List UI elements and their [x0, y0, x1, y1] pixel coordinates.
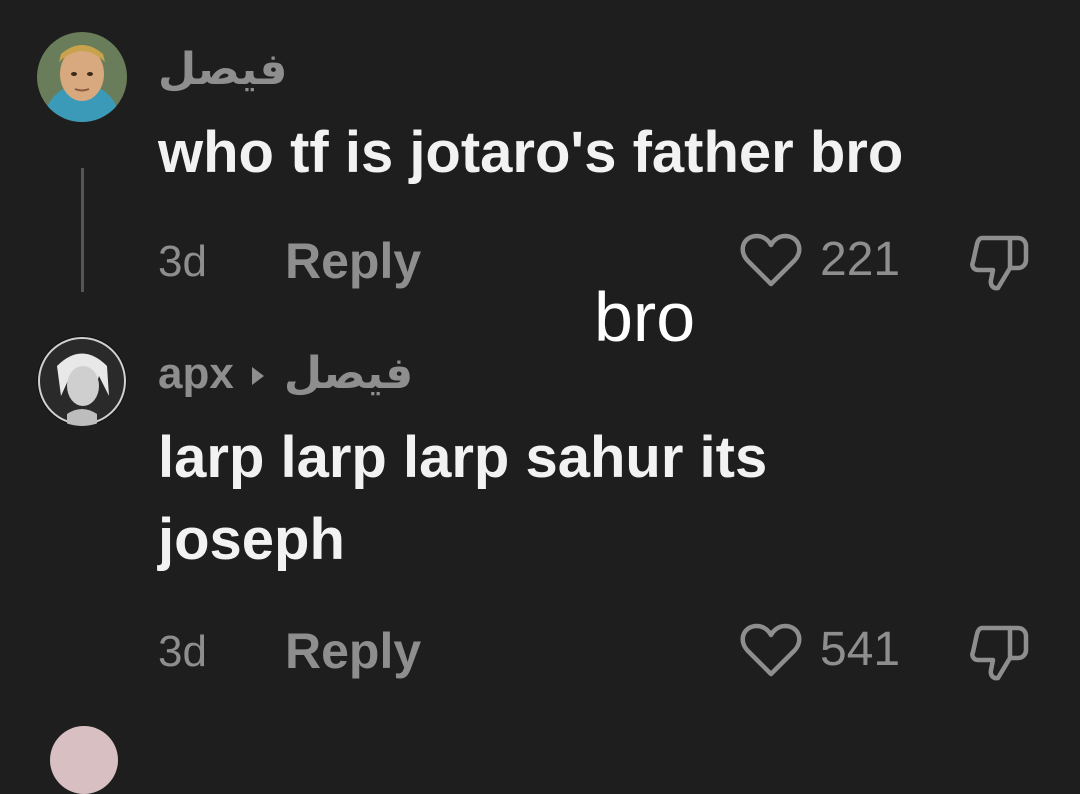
reply-button[interactable]: Reply — [285, 626, 421, 676]
username[interactable]: فيصل — [158, 48, 287, 92]
comment-text: larp larp larp sahur its joseph — [158, 417, 767, 581]
thumbs-down-icon — [970, 235, 1029, 291]
comment-text: who tf is jotaro's father bro — [158, 120, 904, 185]
reply-button[interactable]: Reply — [285, 236, 421, 286]
heart-outline-icon — [740, 623, 802, 677]
username[interactable]: apx — [158, 349, 234, 398]
like-button[interactable]: 221 — [740, 232, 900, 288]
user-avatar-icon — [37, 336, 127, 426]
like-button[interactable]: 541 — [740, 622, 900, 678]
like-count: 221 — [820, 233, 901, 286]
overlay-caption: bro — [594, 278, 696, 356]
heart-outline-icon — [740, 233, 802, 287]
comment-text-line-2: joseph — [158, 507, 345, 572]
thread-line — [81, 168, 84, 292]
comment-text-line-1: larp larp larp sahur its — [158, 425, 768, 490]
dislike-button[interactable] — [968, 622, 1030, 689]
dislike-button[interactable] — [968, 232, 1030, 299]
like-count: 541 — [820, 623, 901, 676]
timestamp: 3d — [158, 237, 207, 286]
timestamp: 3d — [158, 627, 207, 676]
user-avatar-icon — [37, 32, 127, 122]
avatar[interactable] — [37, 336, 127, 426]
next-comment-avatar[interactable] — [50, 726, 118, 794]
username-line: apx فيصل — [158, 352, 413, 396]
avatar[interactable] — [37, 32, 127, 122]
reply-to-username[interactable]: فيصل — [284, 349, 413, 398]
thumbs-down-icon — [970, 625, 1029, 681]
reply-arrow-icon — [251, 367, 264, 386]
